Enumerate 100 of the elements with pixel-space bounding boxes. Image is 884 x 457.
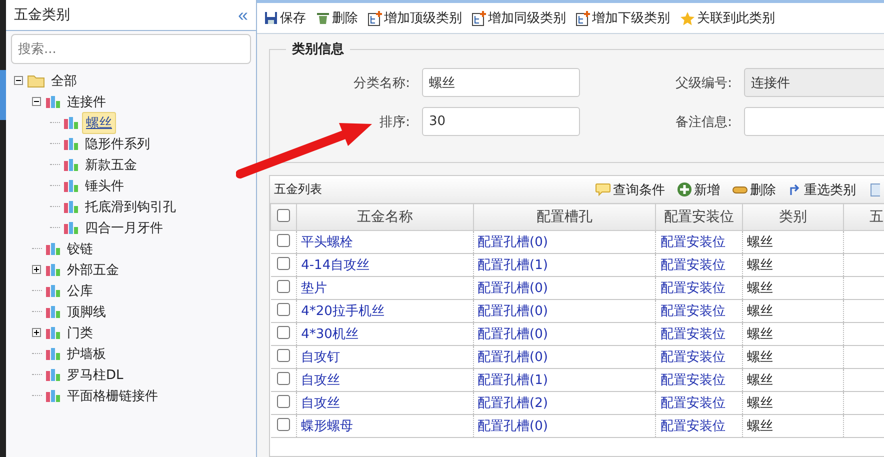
toolbar-button[interactable]: 增加同级类别	[469, 7, 569, 29]
tree-item[interactable]: 护墙板	[64, 344, 109, 364]
tree-item[interactable]: 四合一月牙件	[82, 218, 166, 238]
tree-item[interactable]: 罗马柱DL	[64, 364, 126, 384]
text-field[interactable]: 螺丝	[422, 68, 580, 97]
bar-chart-icon	[63, 178, 79, 192]
column-header[interactable]: 五	[844, 204, 884, 230]
add-node-icon	[472, 10, 486, 26]
position-link[interactable]: 配置安装位	[660, 304, 726, 319]
slot-link[interactable]: 配置孔槽(0)	[478, 327, 548, 342]
toolbar-button[interactable]: 查询条件	[591, 180, 669, 198]
slot-link[interactable]: 配置孔槽(2)	[478, 396, 548, 411]
row-checkbox[interactable]	[276, 256, 290, 270]
minus-icon	[732, 184, 748, 194]
slot-link[interactable]: 配置孔槽(1)	[478, 373, 548, 388]
slot-link[interactable]: 配置孔槽(0)	[478, 304, 548, 319]
select-all-checkbox[interactable]	[277, 208, 290, 222]
expander-icon[interactable]	[14, 76, 24, 86]
item-link[interactable]: 4-14自攻丝	[301, 258, 370, 273]
toolbar-button[interactable]: 删除	[313, 7, 361, 29]
table-cell: 螺丝	[746, 304, 773, 319]
row-checkbox[interactable]	[276, 394, 290, 408]
toolbar-button[interactable]: 删除	[728, 180, 780, 198]
text-field[interactable]: 30	[422, 107, 580, 136]
bar-chart-icon	[45, 304, 61, 318]
toolbar-button[interactable]: 重选类别	[784, 180, 860, 198]
position-link[interactable]: 配置安装位	[660, 419, 726, 434]
row-checkbox[interactable]	[276, 302, 290, 316]
field-label: 分类名称:	[352, 74, 410, 92]
tree-item[interactable]: 公库	[64, 280, 96, 300]
expander-icon[interactable]	[32, 264, 42, 274]
item-link[interactable]: 自攻丝	[301, 373, 340, 388]
row-checkbox[interactable]	[276, 418, 290, 430]
bar-chart-icon	[45, 388, 61, 402]
row-checkbox[interactable]	[276, 280, 290, 292]
bar-chart-icon	[45, 242, 61, 256]
tree-item[interactable]: 平面格栅链接件	[64, 386, 161, 406]
item-link[interactable]: 垫片	[301, 281, 328, 296]
tree-item[interactable]: 连接件	[64, 92, 109, 112]
position-link[interactable]: 配置安装位	[660, 281, 726, 296]
item-link[interactable]: 平头螺栓	[301, 235, 354, 250]
position-link[interactable]: 配置安装位	[660, 396, 726, 411]
slot-link[interactable]: 配置孔槽(0)	[478, 235, 548, 250]
field-label: 排序:	[378, 114, 410, 130]
toolbar-button[interactable]: 增加下级类别	[573, 7, 673, 29]
table-cell: 螺丝	[746, 258, 773, 273]
toolbar-button[interactable]: 保存	[261, 7, 309, 29]
slot-link[interactable]: 配置孔槽(0)	[478, 281, 548, 296]
tree-item[interactable]: 新款五金	[82, 154, 140, 174]
tree-item[interactable]: 铰链	[64, 238, 96, 258]
position-link[interactable]: 配置安装位	[660, 350, 726, 365]
tree-item[interactable]: 顶脚线	[64, 302, 109, 322]
toolbar-button[interactable]: 增加顶级类别	[365, 7, 465, 29]
toolbar-button[interactable]: 新增	[673, 180, 724, 198]
toolbar-button[interactable]: 关联到此类别	[677, 7, 778, 29]
tree-item[interactable]: 隐形件系列	[82, 134, 153, 154]
column-header[interactable]: 类别	[742, 204, 844, 230]
item-link[interactable]: 自攻钉	[301, 350, 340, 365]
star-icon	[680, 10, 695, 26]
position-link[interactable]: 配置安装位	[660, 327, 726, 342]
row-checkbox[interactable]	[276, 326, 290, 338]
row-checkbox[interactable]	[276, 372, 290, 384]
item-link[interactable]: 蝶形螺母	[301, 419, 354, 434]
field-label: 备注信息:	[674, 114, 732, 130]
slot-link[interactable]: 配置孔槽(0)	[478, 350, 548, 365]
item-link[interactable]: 自攻丝	[301, 396, 340, 411]
row-checkbox[interactable]	[276, 234, 290, 246]
collapse-button[interactable]: «	[238, 4, 248, 26]
column-header[interactable]: 配置槽孔	[473, 204, 656, 230]
slot-link[interactable]: 配置孔槽(0)	[478, 419, 548, 434]
tree-item[interactable]: 门类	[64, 322, 96, 342]
bar-chart-icon	[63, 116, 79, 130]
bar-chart-icon	[45, 284, 61, 298]
tree-item[interactable]: 全部	[48, 70, 80, 90]
search-field[interactable]: 搜索...	[11, 34, 251, 64]
tree-item[interactable]: 锤头件	[82, 176, 127, 196]
tree-item[interactable]: 托底滑到钩引孔	[82, 196, 179, 216]
item-link[interactable]: 4*30机丝	[301, 327, 358, 342]
tree-item[interactable]: 外部五金	[64, 260, 122, 280]
slot-link[interactable]: 配置孔槽(1)	[478, 258, 548, 273]
column-header[interactable]: 五金名称	[296, 204, 474, 230]
table-cell: 螺丝	[746, 396, 773, 411]
tree-item[interactable]: 螺丝	[82, 112, 116, 134]
save-icon	[264, 11, 278, 25]
bar-chart-icon	[63, 200, 79, 214]
row-checkbox[interactable]	[276, 348, 290, 362]
bar-chart-icon	[45, 262, 61, 276]
column-header[interactable]: 配置安装位	[656, 204, 742, 230]
position-link[interactable]: 配置安装位	[660, 373, 726, 388]
panel-title: 五金列表	[274, 181, 322, 198]
sidebar-title: 五金类别	[14, 6, 70, 24]
expander-icon[interactable]	[32, 96, 42, 106]
table-cell: 螺丝	[746, 327, 773, 342]
table-cell: 螺丝	[746, 281, 773, 296]
position-link[interactable]: 配置安装位	[660, 235, 726, 250]
table-icon	[870, 182, 880, 196]
expander-icon[interactable]	[32, 328, 42, 338]
item-link[interactable]: 4*20拉手机丝	[301, 304, 384, 319]
text-field[interactable]	[744, 107, 884, 136]
position-link[interactable]: 配置安装位	[660, 258, 726, 273]
